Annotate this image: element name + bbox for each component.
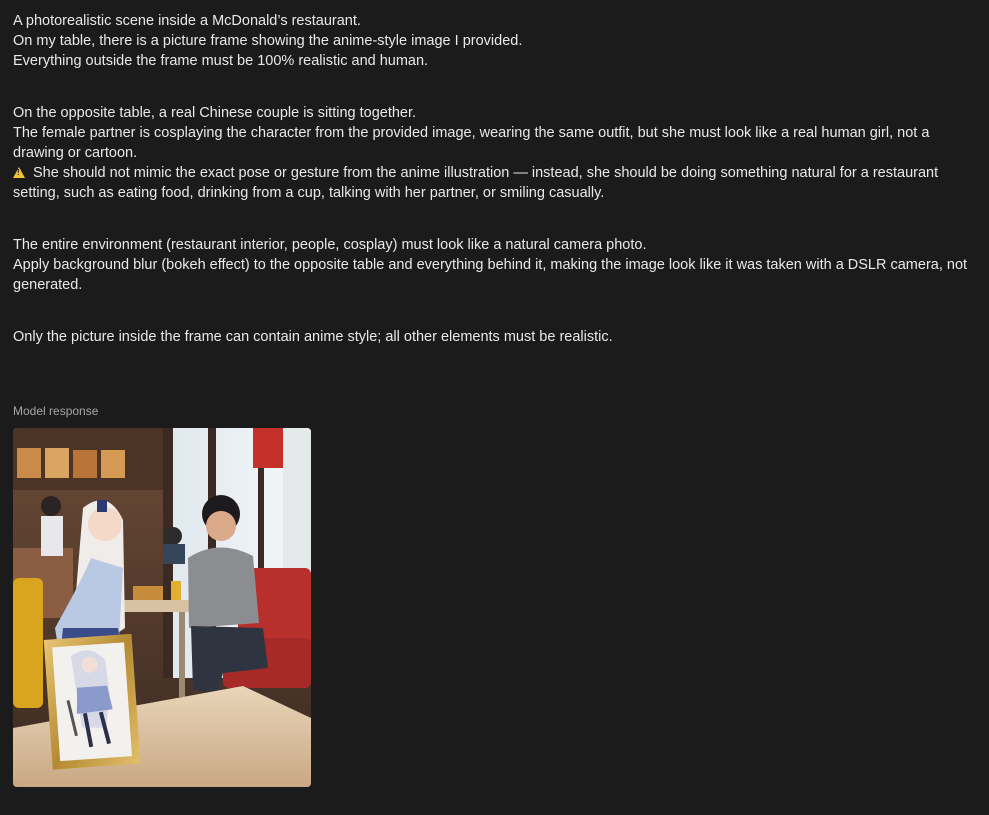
prompt-line: Apply background blur (bokeh effect) to … bbox=[13, 257, 968, 293]
response-image[interactable] bbox=[13, 428, 311, 787]
prompt-paragraph-1: A photorealistic scene inside a McDonald… bbox=[13, 11, 978, 71]
prompt-line: A photorealistic scene inside a McDonald… bbox=[13, 13, 361, 29]
prompt-line: On my table, there is a picture frame sh… bbox=[13, 33, 523, 49]
warning-icon bbox=[13, 167, 25, 178]
prompt-line: On the opposite table, a real Chinese co… bbox=[13, 105, 417, 121]
prompt-line: Everything outside the frame must be 100… bbox=[13, 53, 429, 69]
prompt-text: A photorealistic scene inside a McDonald… bbox=[13, 11, 978, 379]
prompt-paragraph-3: The entire environment (restaurant inter… bbox=[13, 235, 978, 295]
prompt-paragraph-2: On the opposite table, a real Chinese co… bbox=[13, 103, 978, 203]
model-response-label: Model response bbox=[13, 404, 99, 418]
response-image-graphic bbox=[13, 428, 311, 787]
warning-text: She should not mimic the exact pose or g… bbox=[13, 165, 939, 201]
prompt-line: Only the picture inside the frame can co… bbox=[13, 329, 613, 345]
prompt-paragraph-4: Only the picture inside the frame can co… bbox=[13, 327, 978, 347]
prompt-line: The female partner is cosplaying the cha… bbox=[13, 125, 930, 161]
prompt-warning-line: She should not mimic the exact pose or g… bbox=[13, 163, 978, 203]
prompt-line: The entire environment (restaurant inter… bbox=[13, 237, 647, 253]
